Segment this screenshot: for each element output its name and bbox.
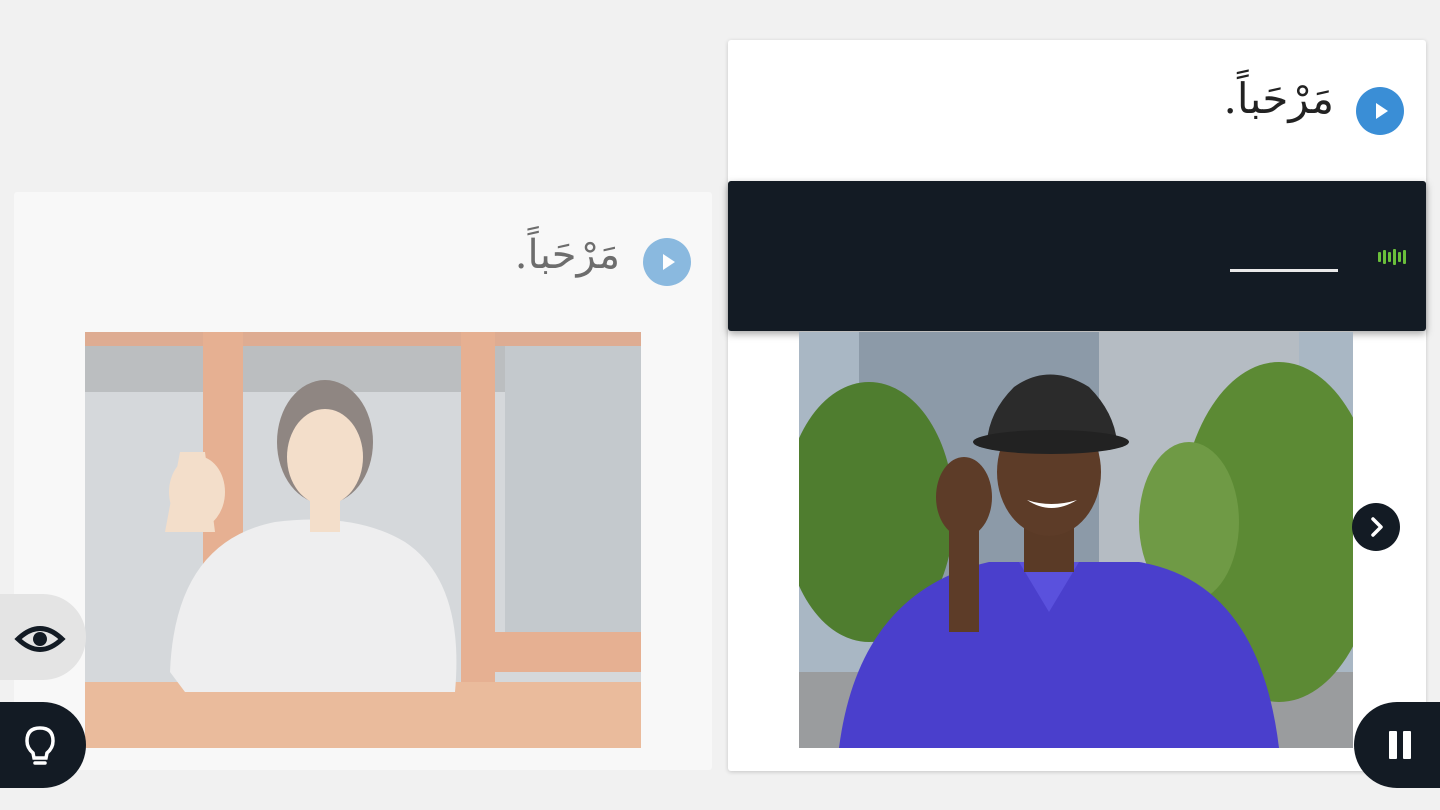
pause-icon	[1389, 731, 1411, 759]
microphone-level-icon	[1378, 249, 1406, 265]
play-icon	[1376, 103, 1388, 119]
show-answer-button[interactable]	[0, 594, 86, 680]
next-button[interactable]	[1352, 503, 1400, 551]
previous-card: مَرْحَباً.	[14, 192, 712, 770]
man-in-hat-photo	[799, 332, 1353, 748]
eye-icon	[14, 626, 66, 652]
woman-waving-photo	[85, 332, 641, 748]
answer-input-area[interactable]	[728, 181, 1426, 331]
hint-button[interactable]	[0, 702, 86, 788]
pause-button[interactable]	[1354, 702, 1440, 788]
previous-photo	[85, 332, 641, 748]
current-play-button[interactable]	[1356, 87, 1404, 135]
current-photo	[799, 332, 1353, 748]
previous-phrase: مَرْحَباً.	[514, 232, 620, 278]
current-phrase: مَرْحَباً.	[1223, 74, 1334, 123]
lightbulb-icon	[25, 726, 55, 765]
answer-blank	[1230, 269, 1338, 272]
current-card: مَرْحَباً.	[728, 40, 1426, 771]
chevron-right-icon	[1371, 517, 1383, 537]
play-icon	[663, 254, 675, 270]
previous-play-button[interactable]	[643, 238, 691, 286]
